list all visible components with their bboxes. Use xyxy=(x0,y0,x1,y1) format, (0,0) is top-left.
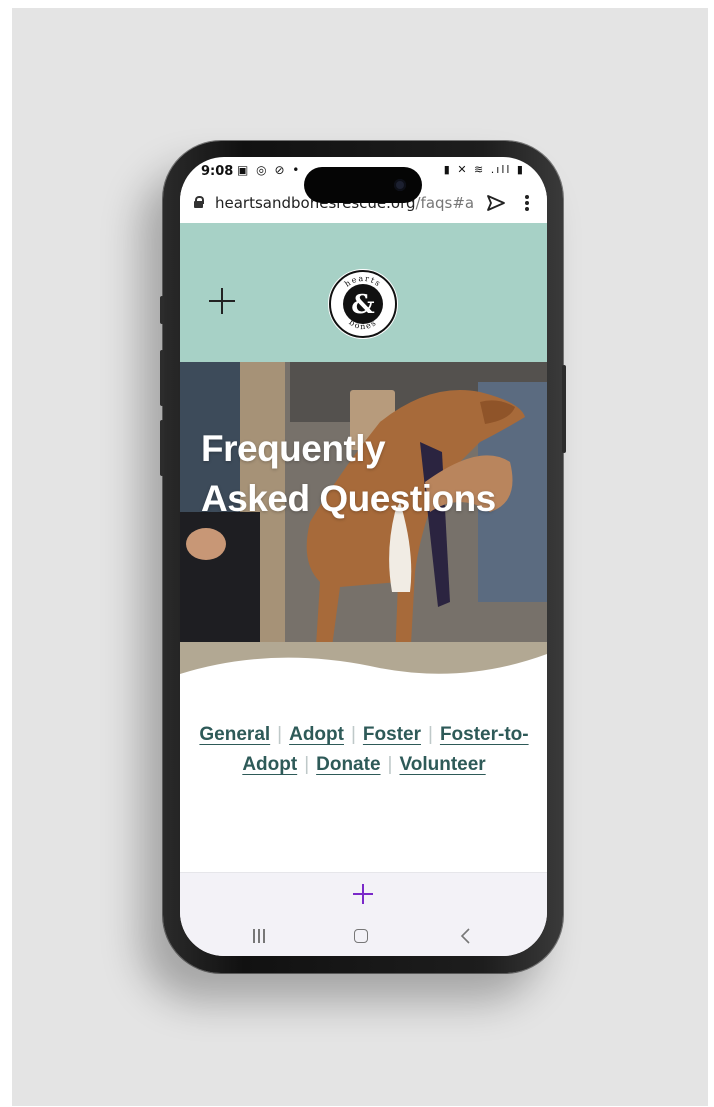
hero-banner: Frequently Asked Questions xyxy=(180,362,547,692)
page-title: Frequently Asked Questions xyxy=(201,424,541,524)
menu-plus-icon[interactable] xyxy=(208,287,236,315)
category-link-donate[interactable]: Donate xyxy=(316,754,380,775)
send-icon[interactable] xyxy=(486,193,506,213)
status-time: 9:08 xyxy=(201,164,234,179)
site-header: hearts & bones xyxy=(180,223,547,362)
category-link-adopt[interactable]: Adopt xyxy=(289,724,344,745)
separator: | xyxy=(428,724,433,745)
phone-power-button xyxy=(562,365,566,453)
back-icon[interactable] xyxy=(459,928,473,944)
hero-photo xyxy=(180,362,547,692)
category-link-general[interactable]: General xyxy=(199,724,270,745)
category-link-volunteer[interactable]: Volunteer xyxy=(399,754,485,775)
separator: | xyxy=(304,754,310,775)
page-title-line1: Frequently xyxy=(201,428,386,469)
phone-side-button xyxy=(160,420,164,476)
new-tab-plus-icon[interactable] xyxy=(352,883,374,905)
logo-ampersand: & xyxy=(351,290,374,320)
hearts-and-bones-logo[interactable]: hearts & bones xyxy=(327,268,399,340)
system-status-icons: ▮ ✕ ≋ .ıll ▮ xyxy=(443,163,525,176)
camera-lens xyxy=(394,179,406,191)
phone-side-button xyxy=(160,296,164,324)
hero-wave xyxy=(180,654,547,692)
more-options-icon[interactable] xyxy=(524,193,530,213)
lock-icon[interactable] xyxy=(194,196,204,208)
separator: | xyxy=(387,754,393,775)
phone-screen: 9:08 ▣ ◎ ⊘ • ▮ ✕ ≋ .ıll ▮ heartsandbones… xyxy=(180,157,547,956)
camera-island xyxy=(304,167,422,203)
url-path: /faqs#ado xyxy=(415,194,476,212)
notification-icons: ▣ ◎ ⊘ • xyxy=(237,163,302,177)
faq-category-nav: General | Adopt | Foster | Foster-to-Adopt | Don… xyxy=(194,720,534,780)
home-icon[interactable] xyxy=(354,929,368,943)
separator: | xyxy=(350,724,356,745)
category-link-foster[interactable]: Foster xyxy=(363,724,421,745)
separator: | xyxy=(277,724,283,745)
recent-apps-icon[interactable] xyxy=(251,929,267,943)
browser-bottom-toolbar xyxy=(180,872,547,956)
phone-side-button xyxy=(160,350,164,406)
page-title-line2: Asked Questions xyxy=(201,478,496,519)
